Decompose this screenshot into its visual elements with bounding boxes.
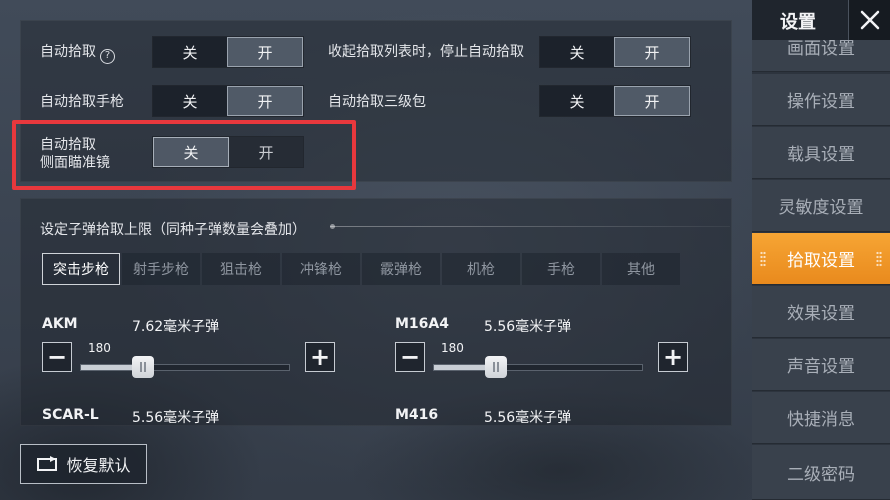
reset-default-button[interactable]: 恢复默认	[20, 444, 147, 484]
minus-icon: −	[46, 343, 68, 371]
sidebar-item-label: 二级密码	[787, 464, 855, 485]
weapon-name-akm: AKM	[42, 316, 78, 332]
sidebar-item-controls[interactable]: 操作设置	[752, 74, 890, 126]
auto-pickup-pistol-toggle[interactable]: 关 开	[152, 85, 304, 117]
auto-pickup-toggle[interactable]: 关 开	[152, 36, 304, 68]
sidebar-item-quick-message[interactable]: 快捷消息	[752, 392, 890, 444]
sidebar-item-label: 操作设置	[787, 92, 855, 112]
sidebar-item-sensitivity[interactable]: 灵敏度设置	[752, 180, 890, 232]
tab-pistol[interactable]: 手枪	[522, 253, 600, 285]
tab-smg[interactable]: 冲锋枪	[282, 253, 360, 285]
ammo-type-scar-l: 5.56毫米子弹	[132, 410, 220, 426]
tab-other[interactable]: 其他	[602, 253, 680, 285]
tab-marksman-rifle[interactable]: 射手步枪	[122, 253, 200, 285]
sidebar-item-label: 效果设置	[787, 304, 855, 324]
minus-icon: −	[399, 343, 421, 371]
sidebar-item-label: 拾取设置	[787, 251, 855, 271]
m16a4-slider-value: 180	[441, 341, 464, 355]
auto-pickup-lvl3-bag-off-option[interactable]: 关	[540, 86, 614, 116]
settings-sidebar: 画面设置 操作设置 载具设置 灵敏度设置 拾取设置 效果设置 声音设置 快捷消息…	[752, 0, 890, 500]
m16a4-slider-handle[interactable]	[485, 356, 507, 378]
m16a4-slider[interactable]	[433, 356, 643, 378]
sidebar-item-label: 灵敏度设置	[778, 198, 864, 218]
highlight-annotation-box	[12, 120, 356, 190]
ammo-type-m16a4: 5.56毫米子弹	[484, 319, 572, 335]
sidebar-item-pickup[interactable]: 拾取设置	[752, 233, 890, 285]
auto-pickup-pistol-on-option[interactable]: 开	[227, 86, 303, 116]
weapon-name-m416: M416	[395, 407, 439, 423]
auto-pickup-on-option[interactable]: 开	[227, 37, 303, 67]
weapon-name-m16a4: M16A4	[395, 316, 449, 332]
auto-pickup-lvl3-bag-label: 自动拾取三级包	[328, 94, 426, 110]
akm-slider-value: 180	[88, 341, 111, 355]
stop-on-collapse-toggle[interactable]: 关 开	[539, 36, 691, 68]
tab-sniper-rifle[interactable]: 狙击枪	[202, 253, 280, 285]
close-button[interactable]	[848, 0, 890, 40]
tab-shotgun[interactable]: 霰弹枪	[362, 253, 440, 285]
sidebar-item-label: 快捷消息	[787, 410, 855, 430]
ammo-type-akm: 7.62毫米子弹	[132, 319, 220, 335]
auto-pickup-label: 自动拾取?	[40, 43, 115, 64]
tab-machine-gun[interactable]: 机枪	[442, 253, 520, 285]
sidebar-item-effects[interactable]: 效果设置	[752, 286, 890, 338]
reset-default-label: 恢复默认	[66, 456, 131, 475]
ammo-type-m416: 5.56毫米子弹	[484, 410, 572, 426]
grip-icon	[760, 250, 766, 267]
ammo-section-title: 设定子弹拾取上限（同种子弹数量会叠加）	[40, 222, 306, 238]
akm-increase-button[interactable]: +	[305, 342, 335, 372]
grip-icon	[876, 250, 882, 267]
reset-icon	[37, 456, 58, 471]
section-divider	[330, 224, 730, 229]
auto-pickup-lvl3-bag-toggle[interactable]: 关 开	[539, 85, 691, 117]
stop-on-collapse-on-option[interactable]: 开	[614, 37, 690, 67]
auto-pickup-lvl3-bag-on-option[interactable]: 开	[614, 86, 690, 116]
auto-pickup-pistol-off-option[interactable]: 关	[153, 86, 227, 116]
help-icon[interactable]: ?	[100, 49, 115, 64]
close-icon	[860, 10, 879, 30]
sidebar-item-sound[interactable]: 声音设置	[752, 339, 890, 391]
sidebar-item-label: 声音设置	[787, 357, 855, 377]
plus-icon: +	[662, 343, 684, 371]
auto-pickup-off-option[interactable]: 关	[153, 37, 227, 67]
akm-slider-handle[interactable]	[132, 356, 154, 378]
stop-on-collapse-label: 收起拾取列表时，停止自动拾取	[328, 44, 524, 60]
weapon-category-tabs: 突击步枪 射手步枪 狙击枪 冲锋枪 霰弹枪 机枪 手枪 其他	[42, 253, 680, 285]
sidebar-item-label: 载具设置	[787, 145, 855, 165]
akm-decrease-button[interactable]: −	[42, 342, 72, 372]
plus-icon: +	[309, 343, 331, 371]
sidebar-item-vehicle[interactable]: 载具设置	[752, 127, 890, 179]
tab-assault-rifle[interactable]: 突击步枪	[42, 253, 120, 285]
sidebar-item-secondary-password[interactable]: 二级密码	[752, 445, 890, 500]
auto-pickup-label-text: 自动拾取	[40, 44, 96, 60]
akm-slider[interactable]	[80, 356, 290, 378]
m16a4-increase-button[interactable]: +	[658, 342, 688, 372]
auto-pickup-pistol-label: 自动拾取手枪	[40, 94, 124, 110]
m16a4-decrease-button[interactable]: −	[395, 342, 425, 372]
sidebar-title: 设置	[780, 12, 816, 33]
stop-on-collapse-off-option[interactable]: 关	[540, 37, 614, 67]
weapon-name-scar-l: SCAR-L	[42, 407, 99, 423]
